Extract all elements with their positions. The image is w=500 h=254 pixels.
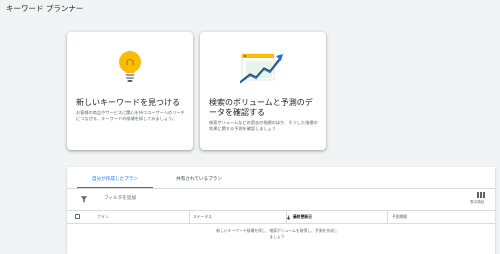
page-title: キーワード プランナー xyxy=(6,4,84,13)
table-header-top-border xyxy=(67,210,495,211)
tab-divider xyxy=(67,188,495,189)
column-header-plan[interactable]: プラン xyxy=(97,211,108,223)
tab-my-plans[interactable]: 自分が作成したプラン xyxy=(77,173,153,188)
table-header-bottom-border xyxy=(67,223,495,224)
column-divider xyxy=(189,211,190,223)
find-keywords-card[interactable]: 新しいキーワードを見つける お客様の商品やサービスに関心を持つユーザーへのリーチ… xyxy=(67,32,193,150)
tab-label: 自分が作成したプラン xyxy=(92,177,138,182)
empty-state-message: 新しいキーワード候補を探し、検索ボリュームを取得し、予測を作成し ましょう xyxy=(177,228,377,240)
column-header-forecast-period[interactable]: 予測期間 xyxy=(392,211,407,223)
select-all-checkbox[interactable] xyxy=(75,214,80,219)
column-header-status[interactable]: ステータス xyxy=(193,211,212,223)
card-title: 新しいキーワードを見つける xyxy=(76,98,180,107)
columns-button-label[interactable]: 表示項目 xyxy=(470,200,484,205)
plans-panel: 自分が作成したプラン 共有されているプラン フィルタを追加 表示項目 プラン ス… xyxy=(67,167,495,254)
lightbulb-icon xyxy=(119,51,141,82)
sort-descending-icon[interactable] xyxy=(286,215,291,220)
card-title: 検索のボリュームと予測のデータを確認する xyxy=(209,98,313,117)
search-volume-forecast-card[interactable]: 検索のボリュームと予測のデータを確認する 検索ボリュームなどの過去の指標のほか、… xyxy=(200,32,326,150)
growth-chart-icon xyxy=(240,53,283,84)
card-description: お客様の商品やサービスに関心を持つユーザーへのリーチにつながる、キーワードの候補… xyxy=(76,110,185,121)
tab-shared-plans[interactable]: 共有されているプラン xyxy=(153,173,245,187)
columns-icon[interactable] xyxy=(477,192,485,198)
tab-label: 共有されているプラン xyxy=(176,177,222,182)
column-header-last-modified[interactable]: 最終更新日 xyxy=(293,211,312,223)
add-filter-button[interactable]: フィルタを追加 xyxy=(104,195,136,203)
column-divider xyxy=(387,211,388,223)
card-description: 検索ボリュームなどの過去の指標のほか、そうした指標の効果に関する予測を確認しまし… xyxy=(209,120,318,131)
filter-icon[interactable] xyxy=(80,195,88,203)
empty-state-line: ましょう xyxy=(269,234,285,239)
